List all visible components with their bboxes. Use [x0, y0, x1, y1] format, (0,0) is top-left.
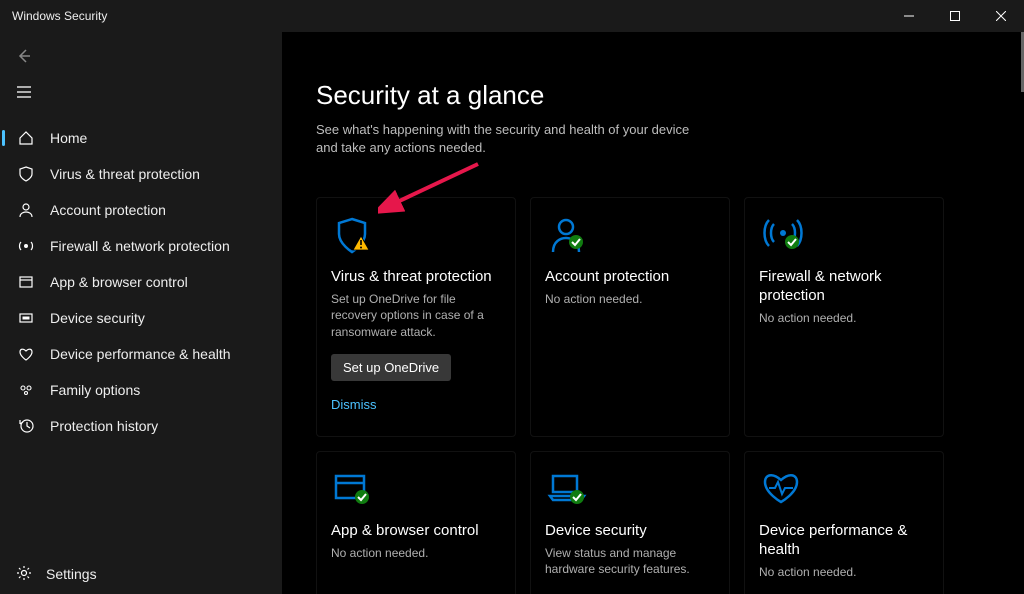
sidebar-item-device-security[interactable]: Device security: [0, 300, 282, 336]
sidebar-item-label: Home: [50, 130, 87, 146]
sidebar-item-label: Protection history: [50, 418, 158, 434]
sidebar-item-label: Settings: [46, 566, 97, 582]
card-device-security[interactable]: Device security View status and manage h…: [530, 451, 730, 594]
card-desc: No action needed.: [759, 564, 929, 580]
person-icon: [16, 202, 36, 218]
heart-icon: [16, 346, 36, 362]
card-desc: No action needed.: [331, 545, 501, 561]
history-icon: [16, 418, 36, 434]
window-icon: [16, 274, 36, 290]
sidebar-item-label: Virus & threat protection: [50, 166, 200, 182]
window-title: Windows Security: [12, 9, 107, 23]
family-icon: [16, 382, 36, 398]
titlebar: Windows Security: [0, 0, 1024, 32]
signal-check-icon: [759, 214, 807, 261]
shield-warning-icon: [331, 214, 373, 261]
sidebar-item-label: Family options: [50, 382, 140, 398]
card-title: Device performance & health: [759, 522, 929, 560]
card-firewall[interactable]: Firewall & network protection No action …: [744, 197, 944, 437]
sidebar: Home Virus & threat protection Account p…: [0, 32, 282, 594]
card-desc: Set up OneDrive for file recovery option…: [331, 291, 501, 340]
sidebar-item-label: Firewall & network protection: [50, 238, 230, 254]
heart-pulse-icon: [759, 468, 803, 515]
window-minimize-button[interactable]: [886, 0, 932, 32]
card-desc: No action needed.: [759, 310, 929, 326]
sidebar-item-label: App & browser control: [50, 274, 188, 290]
sidebar-item-family[interactable]: Family options: [0, 372, 282, 408]
sidebar-item-settings[interactable]: Settings: [0, 554, 282, 594]
person-check-icon: [545, 214, 587, 261]
sidebar-item-label: Device performance & health: [50, 346, 231, 362]
chip-icon: [16, 310, 36, 326]
main-content: Security at a glance See what's happenin…: [282, 32, 1024, 594]
card-title: Device security: [545, 522, 715, 541]
gear-icon: [16, 565, 32, 584]
card-app-browser[interactable]: App & browser control No action needed.: [316, 451, 516, 594]
card-desc: No action needed.: [545, 291, 715, 307]
setup-onedrive-button[interactable]: Set up OneDrive: [331, 354, 451, 381]
window-close-button[interactable]: [978, 0, 1024, 32]
card-virus-threat[interactable]: Virus & threat protection Set up OneDriv…: [316, 197, 516, 437]
sidebar-item-label: Account protection: [50, 202, 166, 218]
sidebar-item-account-protection[interactable]: Account protection: [0, 192, 282, 228]
dismiss-link[interactable]: Dismiss: [331, 397, 377, 412]
page-subtitle: See what's happening with the security a…: [316, 121, 696, 157]
card-desc: View status and manage hardware security…: [545, 545, 715, 577]
card-title: App & browser control: [331, 522, 501, 541]
card-title: Account protection: [545, 268, 715, 287]
card-title: Virus & threat protection: [331, 268, 501, 287]
home-icon: [16, 130, 36, 146]
window-maximize-button[interactable]: [932, 0, 978, 32]
page-title: Security at a glance: [316, 80, 1004, 111]
laptop-check-icon: [545, 468, 589, 515]
card-account-protection[interactable]: Account protection No action needed.: [530, 197, 730, 437]
sidebar-item-performance-health[interactable]: Device performance & health: [0, 336, 282, 372]
signal-icon: [16, 238, 36, 254]
menu-button[interactable]: [0, 74, 282, 110]
sidebar-item-home[interactable]: Home: [0, 120, 282, 156]
window-check-icon: [331, 468, 373, 515]
sidebar-item-label: Device security: [50, 310, 145, 326]
sidebar-item-virus-threat[interactable]: Virus & threat protection: [0, 156, 282, 192]
card-performance-health[interactable]: Device performance & health No action ne…: [744, 451, 944, 594]
sidebar-item-app-browser[interactable]: App & browser control: [0, 264, 282, 300]
back-button[interactable]: [0, 38, 282, 74]
sidebar-item-protection-history[interactable]: Protection history: [0, 408, 282, 444]
sidebar-item-firewall[interactable]: Firewall & network protection: [0, 228, 282, 264]
card-title: Firewall & network protection: [759, 268, 929, 306]
shield-icon: [16, 166, 36, 182]
